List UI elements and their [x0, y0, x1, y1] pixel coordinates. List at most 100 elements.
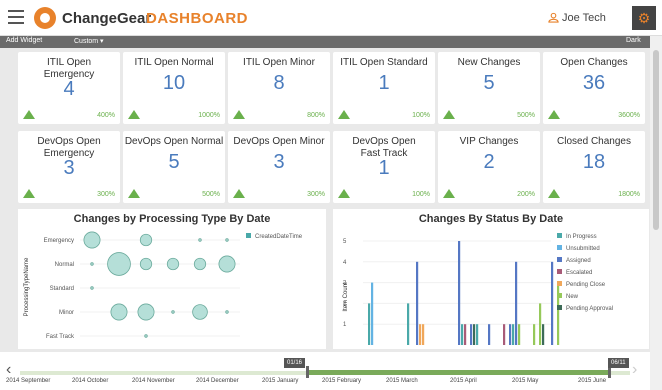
bar[interactable]: [473, 324, 476, 345]
timeline-start-handle[interactable]: [306, 366, 309, 378]
bar[interactable]: [458, 241, 461, 345]
bubble-point[interactable]: [198, 238, 202, 242]
bubble-point[interactable]: [144, 334, 148, 338]
bar[interactable]: [407, 303, 410, 345]
kpi-card-title: VIP Changes: [459, 136, 519, 147]
kpi-card[interactable]: VIP Changes 2 200%: [438, 131, 540, 203]
timeline-start-tag: 01/16: [284, 358, 306, 368]
kpi-card[interactable]: DevOps Open Emergency 3 300%: [18, 131, 120, 203]
kpi-card[interactable]: ITIL Open Emergency 4 400%: [18, 52, 120, 124]
bar[interactable]: [515, 261, 518, 345]
trend-up-icon: [548, 189, 560, 198]
trend-up-icon: [443, 110, 455, 119]
timeline-label: 2015 April: [450, 378, 477, 384]
bar[interactable]: [461, 324, 464, 345]
bubble-point[interactable]: [166, 257, 180, 271]
bubble-point[interactable]: [192, 304, 208, 320]
bubble-point[interactable]: [171, 310, 175, 314]
kpi-card[interactable]: New Changes 5 500%: [438, 52, 540, 124]
bubble-point[interactable]: [218, 255, 236, 273]
kpi-card-value: 5: [168, 151, 180, 173]
bubble-point[interactable]: [139, 233, 153, 247]
trend-up-icon: [23, 110, 35, 119]
kpi-card[interactable]: ITIL Open Normal 10 1000%: [123, 52, 225, 124]
page-title: DASHBOARD: [146, 10, 248, 27]
bar[interactable]: [551, 261, 554, 345]
kpi-card-title: DevOps Open Minor: [233, 136, 325, 147]
bubble-point[interactable]: [139, 257, 153, 271]
changegear-logo-icon: [34, 7, 56, 29]
timeline-range[interactable]: [308, 370, 610, 375]
kpi-card-percent: 3600%: [618, 112, 640, 119]
kpi-card-value: 2: [483, 151, 495, 173]
bubble-point[interactable]: [90, 262, 94, 266]
bubble-point[interactable]: [110, 303, 128, 321]
timeline-label: 2014 September: [6, 378, 51, 384]
kpi-card-title: ITIL Open Standard: [340, 57, 428, 68]
bar[interactable]: [416, 261, 419, 345]
y-tick-label: Minor: [59, 310, 74, 316]
bar[interactable]: [368, 303, 371, 345]
kpi-card-percent: 500%: [517, 112, 535, 119]
timeline-slider[interactable]: 01/16 06/11 ‹ › 2014 September 2014 Octob…: [0, 352, 650, 390]
bar[interactable]: [488, 324, 491, 345]
bar[interactable]: [464, 324, 467, 345]
kpi-card-value: 1: [378, 72, 390, 94]
user-icon[interactable]: [548, 12, 559, 23]
kpi-card[interactable]: Open Changes 36 3600%: [543, 52, 645, 124]
settings-button[interactable]: ⚙: [632, 6, 656, 30]
kpi-card[interactable]: DevOps Open Fast Track 1 100%: [333, 131, 435, 203]
bar[interactable]: [422, 324, 425, 345]
bar[interactable]: [518, 324, 521, 345]
menu-icon[interactable]: [8, 10, 24, 24]
timeline-next-icon[interactable]: ›: [632, 362, 637, 378]
kpi-card-title: Closed Changes: [557, 136, 631, 147]
kpi-card[interactable]: ITIL Open Minor 8 800%: [228, 52, 330, 124]
trend-up-icon: [128, 189, 140, 198]
kpi-card-value: 1: [378, 157, 390, 179]
bar[interactable]: [371, 282, 374, 345]
scrollbar-thumb[interactable]: [653, 50, 659, 230]
bubble-point[interactable]: [83, 231, 101, 249]
page-scrollbar[interactable]: [650, 36, 662, 390]
legend-swatch: [557, 293, 562, 298]
legend-swatch: [557, 281, 562, 286]
bar[interactable]: [557, 282, 560, 345]
bubble-point[interactable]: [225, 238, 229, 242]
bubble-point[interactable]: [225, 310, 229, 314]
kpi-card[interactable]: Closed Changes 18 1800%: [543, 131, 645, 203]
bubble-point[interactable]: [90, 286, 94, 290]
y-tick-label: Standard: [50, 286, 74, 292]
brand-name: ChangeGear: [62, 10, 152, 27]
processing-type-chart: ProcessingTypeName Emergency Normal Standar…: [24, 231, 303, 340]
bar[interactable]: [533, 324, 536, 345]
kpi-card-value: 10: [162, 72, 186, 94]
theme-toggle[interactable]: Dark: [626, 37, 641, 44]
bar[interactable]: [539, 303, 542, 345]
custom-dropdown[interactable]: Custom ▾: [74, 37, 104, 45]
kpi-card[interactable]: DevOps Open Minor 3 300%: [228, 131, 330, 203]
bubble-point[interactable]: [107, 252, 131, 276]
bubble-point[interactable]: [193, 257, 207, 271]
bar[interactable]: [542, 324, 545, 345]
bar[interactable]: [509, 324, 512, 345]
user-name[interactable]: Joe Tech: [562, 12, 606, 24]
legend-swatch: [557, 269, 562, 274]
legend-label: CreatedDateTime: [255, 234, 303, 240]
timeline-prev-icon[interactable]: ‹: [6, 362, 11, 378]
timeline-end-tag: 06/11: [608, 358, 629, 368]
timeline-label: 2014 October: [72, 378, 109, 384]
add-widget-button[interactable]: Add Widget: [6, 37, 42, 44]
bubble-point[interactable]: [137, 303, 155, 321]
top-bar: ChangeGear DASHBOARD Joe Tech ⚙: [0, 0, 662, 36]
bar[interactable]: [512, 324, 515, 345]
trend-up-icon: [548, 110, 560, 119]
bar[interactable]: [470, 324, 473, 345]
bar[interactable]: [419, 324, 422, 345]
kpi-card[interactable]: ITIL Open Standard 1 100%: [333, 52, 435, 124]
kpi-card-value: 3: [63, 157, 75, 179]
bar[interactable]: [503, 324, 506, 345]
kpi-card[interactable]: DevOps Open Normal 5 500%: [123, 131, 225, 203]
bar[interactable]: [476, 324, 479, 345]
status-chart: Item Count12345In ProgressUnsubmittedAss…: [343, 233, 613, 345]
